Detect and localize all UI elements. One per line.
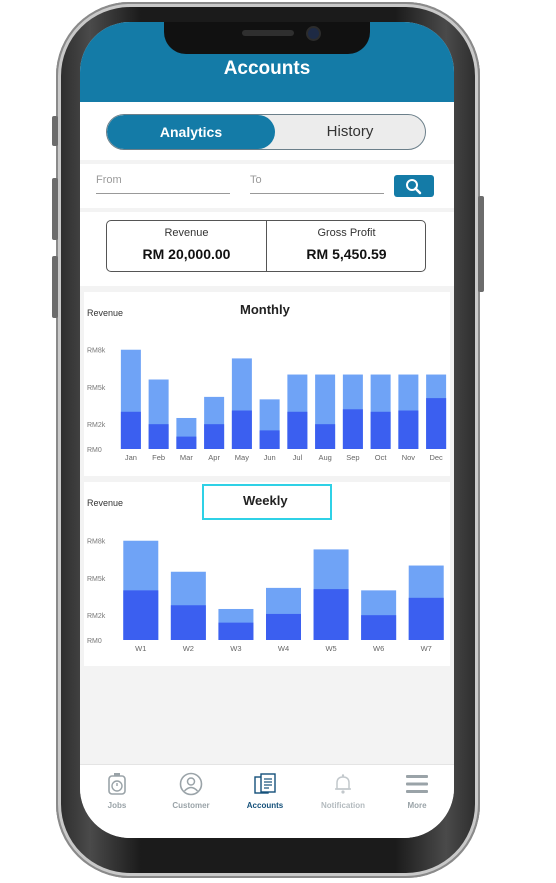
tab-accounts[interactable]: Accounts — [228, 765, 302, 815]
weekly-chart-panel: Revenue Weekly RM0 RM2k RM5k RM8k W1 W2 W3 W4 W5… — [84, 482, 450, 666]
monthly-y-tick: RM2k — [87, 422, 106, 429]
search-button[interactable] — [394, 175, 434, 197]
document-icon — [254, 773, 276, 794]
summary-section: Revenue RM 20,000.00 Gross Profit RM 5,4… — [80, 212, 454, 286]
tab-notification-label: Notification — [321, 801, 365, 810]
weekly-y-tick: RM2k — [87, 613, 106, 620]
monthly-x-tick: Jan — [125, 453, 137, 462]
monthly-x-tick: Dec — [429, 453, 443, 462]
tab-analytics[interactable]: Analytics — [107, 115, 275, 149]
monthly-x-tick: Oct — [375, 453, 388, 462]
tab-customer[interactable]: Customer — [154, 765, 228, 815]
weekly-bar-segment — [266, 613, 301, 640]
weekly-bar-segment — [408, 597, 444, 640]
weekly-bar-chart: RM0 RM2k RM5k RM8k W1 W2 W3 W4 W5 W6 W7 — [87, 539, 444, 653]
tab-customer-label: Customer — [172, 801, 210, 810]
phone-side-button — [52, 178, 58, 240]
weekly-x-tick: W3 — [230, 644, 241, 653]
weekly-x-tick: W1 — [135, 644, 146, 653]
phone-side-button — [478, 196, 484, 292]
monthly-y-tick: RM0 — [87, 447, 102, 454]
gross-profit-label: Gross Profit — [317, 227, 376, 239]
segment-bar: Analytics History — [80, 102, 454, 160]
tab-notification[interactable]: Notification — [306, 765, 380, 815]
revenue-summary: Revenue RM 20,000.00 — [107, 221, 266, 271]
monthly-y-tick: RM5k — [87, 385, 106, 392]
weekly-bar-segment — [123, 590, 159, 640]
weekly-y-tick: RM0 — [87, 638, 102, 645]
monthly-bar-segment — [342, 409, 363, 449]
user-icon — [179, 772, 203, 796]
gross-profit-value: RM 5,450.59 — [306, 246, 387, 262]
monthly-bar-segment — [120, 411, 141, 449]
summary-card: Revenue RM 20,000.00 Gross Profit RM 5,4… — [106, 220, 426, 272]
monthly-bar-segment — [231, 410, 252, 449]
weekly-bar-segment — [361, 615, 397, 640]
revenue-label: Revenue — [164, 227, 209, 239]
monthly-x-tick: Nov — [402, 453, 416, 462]
speaker — [242, 30, 294, 36]
monthly-bar-segment — [398, 410, 419, 449]
monthly-bar-segment — [176, 436, 197, 449]
monthly-x-tick: Aug — [318, 453, 331, 462]
weekly-x-tick: W2 — [183, 644, 194, 653]
monthly-x-tick: Sep — [346, 453, 359, 462]
page-title: Accounts — [223, 58, 311, 79]
weekly-x-tick: W5 — [325, 644, 336, 653]
monthly-x-tick: Jul — [293, 453, 303, 462]
gross-profit-summary: Gross Profit RM 5,450.59 — [267, 221, 426, 271]
revenue-value: RM 20,000.00 — [142, 246, 231, 262]
to-date-input[interactable]: To — [250, 174, 384, 194]
weekly-y-tick: RM8k — [87, 539, 106, 546]
tab-jobs[interactable]: Jobs — [80, 765, 154, 815]
tab-history[interactable]: History — [275, 115, 425, 149]
monthly-x-tick: Feb — [152, 453, 165, 462]
monthly-bar-segment — [426, 398, 447, 449]
weekly-x-tick: W7 — [421, 644, 432, 653]
monthly-bar-segment — [204, 424, 225, 449]
monthly-bar-segment — [315, 424, 336, 449]
monthly-x-tick: Jun — [264, 453, 276, 462]
notch — [164, 22, 370, 54]
weekly-x-tick: W4 — [278, 644, 289, 653]
phone-side-button — [52, 256, 58, 318]
weekly-bar-segment — [218, 622, 254, 640]
monthly-x-tick: Apr — [208, 453, 220, 462]
weekly-bar-segment — [313, 589, 349, 640]
tab-more-label: More — [407, 801, 427, 810]
monthly-x-tick: May — [235, 453, 249, 462]
camera — [308, 28, 319, 39]
monthly-y-tick: RM8k — [87, 348, 106, 355]
bottom-tab-bar: Jobs Customer Accounts Notification More — [80, 764, 454, 838]
bell-icon — [335, 774, 351, 794]
monthly-x-tick: Mar — [180, 453, 193, 462]
phone-side-button — [52, 116, 58, 146]
tab-accounts-label: Accounts — [246, 801, 284, 810]
app-screen: Accounts Analytics History From To Reven… — [80, 22, 454, 838]
tab-jobs-label: Jobs — [107, 801, 127, 810]
stopwatch-icon — [108, 773, 126, 795]
monthly-bar-segment — [148, 424, 169, 449]
from-date-input[interactable]: From — [96, 174, 230, 194]
monthly-bar-chart: RM0 RM2k RM5k RM8k Jan Feb Mar Apr May Jun Jul Aug S… — [87, 348, 447, 462]
weekly-bar-segment — [170, 605, 206, 640]
weekly-y-tick: RM5k — [87, 576, 106, 583]
monthly-bar-segment — [370, 411, 391, 449]
menu-icon — [406, 775, 428, 793]
date-filter: From To — [80, 164, 454, 208]
monthly-bar-segment — [287, 411, 308, 449]
monthly-bar-segment — [259, 430, 280, 449]
segmented-control: Analytics History — [106, 114, 426, 150]
monthly-chart-panel: Revenue Monthly RM0 RM2k RM5k RM8k Jan Feb Mar… — [84, 292, 450, 476]
search-icon — [406, 179, 422, 195]
tab-more[interactable]: More — [380, 765, 454, 815]
weekly-x-tick: W6 — [373, 644, 384, 653]
